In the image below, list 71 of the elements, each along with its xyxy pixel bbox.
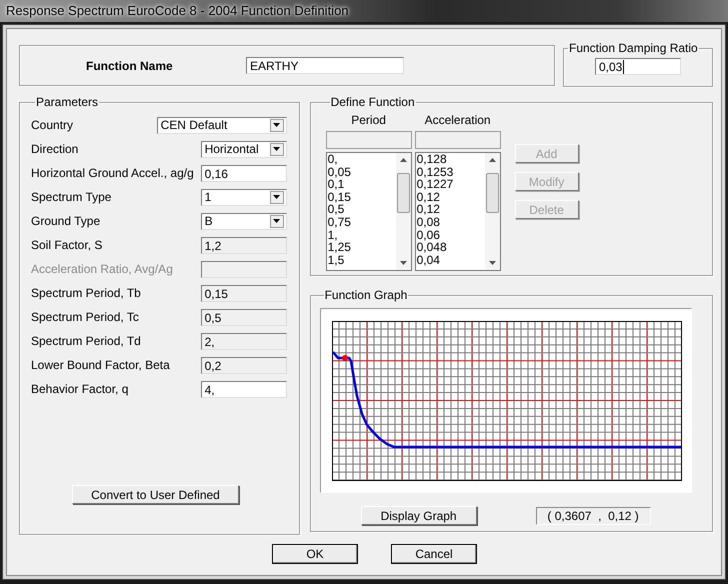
scroll-up-icon — [488, 158, 496, 162]
readonly-field: 0,2 — [200, 356, 287, 374]
readonly-field: 2, — [200, 332, 287, 350]
input-field[interactable]: 0,16 — [200, 164, 287, 182]
caret-icon — [273, 219, 280, 223]
input-field[interactable]: 4, — [200, 380, 287, 398]
list-item[interactable]: 0,05 — [328, 166, 396, 178]
list-item[interactable]: 1, — [328, 228, 396, 242]
dropdown[interactable]: 1 — [200, 188, 287, 206]
field-label: Country — [31, 118, 74, 132]
list-item[interactable]: 0,12 — [416, 190, 485, 204]
list-item[interactable]: 0, — [328, 153, 396, 166]
field-label: Horizontal Ground Accel., ag/g — [31, 166, 194, 180]
scroll-up-icon — [400, 158, 407, 162]
field-label: Direction — [31, 142, 78, 156]
dialog-button[interactable]: Cancel — [391, 544, 477, 564]
list-item[interactable]: 0,04 — [416, 254, 485, 266]
scroll-thumb[interactable] — [396, 172, 410, 212]
readonly-field: 0,15 — [200, 284, 287, 302]
list-item[interactable]: 0,1 — [328, 178, 396, 191]
convert-button[interactable]: Convert to User Defined — [72, 485, 239, 504]
list-item[interactable]: 0,75 — [328, 216, 396, 229]
list-item[interactable]: 0,5 — [328, 203, 396, 216]
field-label: Acceleration Ratio, Avg/Ag — [31, 262, 173, 276]
dropdown[interactable]: Horizontal — [200, 140, 287, 158]
list-item[interactable]: 1,25 — [328, 241, 396, 254]
column-header: Acceleration — [424, 113, 492, 129]
entry-field[interactable] — [414, 131, 501, 149]
field-label: Ground Type — [31, 214, 100, 228]
field-label: Lower Bound Factor, Beta — [31, 358, 170, 372]
field-label: Spectrum Type — [31, 190, 112, 204]
dropdown[interactable]: CEN Default — [156, 116, 287, 134]
define-function-title: Define Function — [330, 95, 415, 109]
readonly-field: 0,5 — [200, 308, 287, 326]
scrollbar[interactable] — [396, 153, 411, 270]
parameters-title: Parameters — [36, 95, 98, 109]
field-label: Behavior Factor, q — [31, 382, 128, 396]
display-graph-button[interactable]: Display Graph — [360, 506, 477, 525]
caret-icon — [273, 147, 280, 151]
scroll-thumb[interactable] — [486, 172, 499, 212]
field-label: Soil Factor, S — [31, 238, 102, 252]
coordinate-readout: ( 0,3607 , 0,12 ) — [536, 506, 651, 524]
list-item[interactable]: 0,048 — [416, 241, 485, 254]
list-item[interactable]: 0,15 — [328, 190, 396, 204]
list-item[interactable]: 0,08 — [416, 216, 485, 229]
column-header: Period — [350, 113, 387, 129]
scrollbar[interactable] — [484, 153, 500, 270]
damping-ratio-field[interactable]: 0,03 — [595, 58, 681, 75]
window-title: Response Spectrum EuroCode 8 - 2004 Function Definition — [6, 3, 349, 18]
dialog-button[interactable]: OK — [272, 544, 358, 564]
list-item[interactable]: 0,128 — [416, 153, 485, 166]
damping-ratio-title: Function Damping Ratio — [569, 41, 698, 55]
list-item[interactable]: 0,1253 — [416, 166, 485, 178]
list-item[interactable]: 0,06 — [416, 228, 485, 242]
list-item[interactable]: 1,5 — [328, 254, 396, 266]
list-item[interactable]: 0,1227 — [416, 178, 485, 191]
function-graph-title: Function Graph — [324, 288, 408, 302]
caret-icon — [273, 123, 280, 127]
readonly-field: 1,2 — [200, 236, 287, 254]
field-label: Spectrum Period, Tc — [31, 310, 139, 324]
field-label: Spectrum Period, Tb — [31, 286, 141, 300]
point-marker — [342, 355, 348, 361]
list-item[interactable]: 0,12 — [416, 203, 485, 216]
scroll-down-icon — [488, 261, 496, 265]
dropdown[interactable]: B — [200, 212, 287, 230]
scroll-down-icon — [400, 261, 407, 265]
function-name-label: Function Name — [86, 58, 174, 72]
field-label: Spectrum Period, Td — [31, 334, 141, 348]
caret-icon — [273, 195, 280, 199]
entry-field[interactable] — [326, 131, 412, 149]
function-name-field[interactable]: EARTHY — [246, 57, 404, 74]
